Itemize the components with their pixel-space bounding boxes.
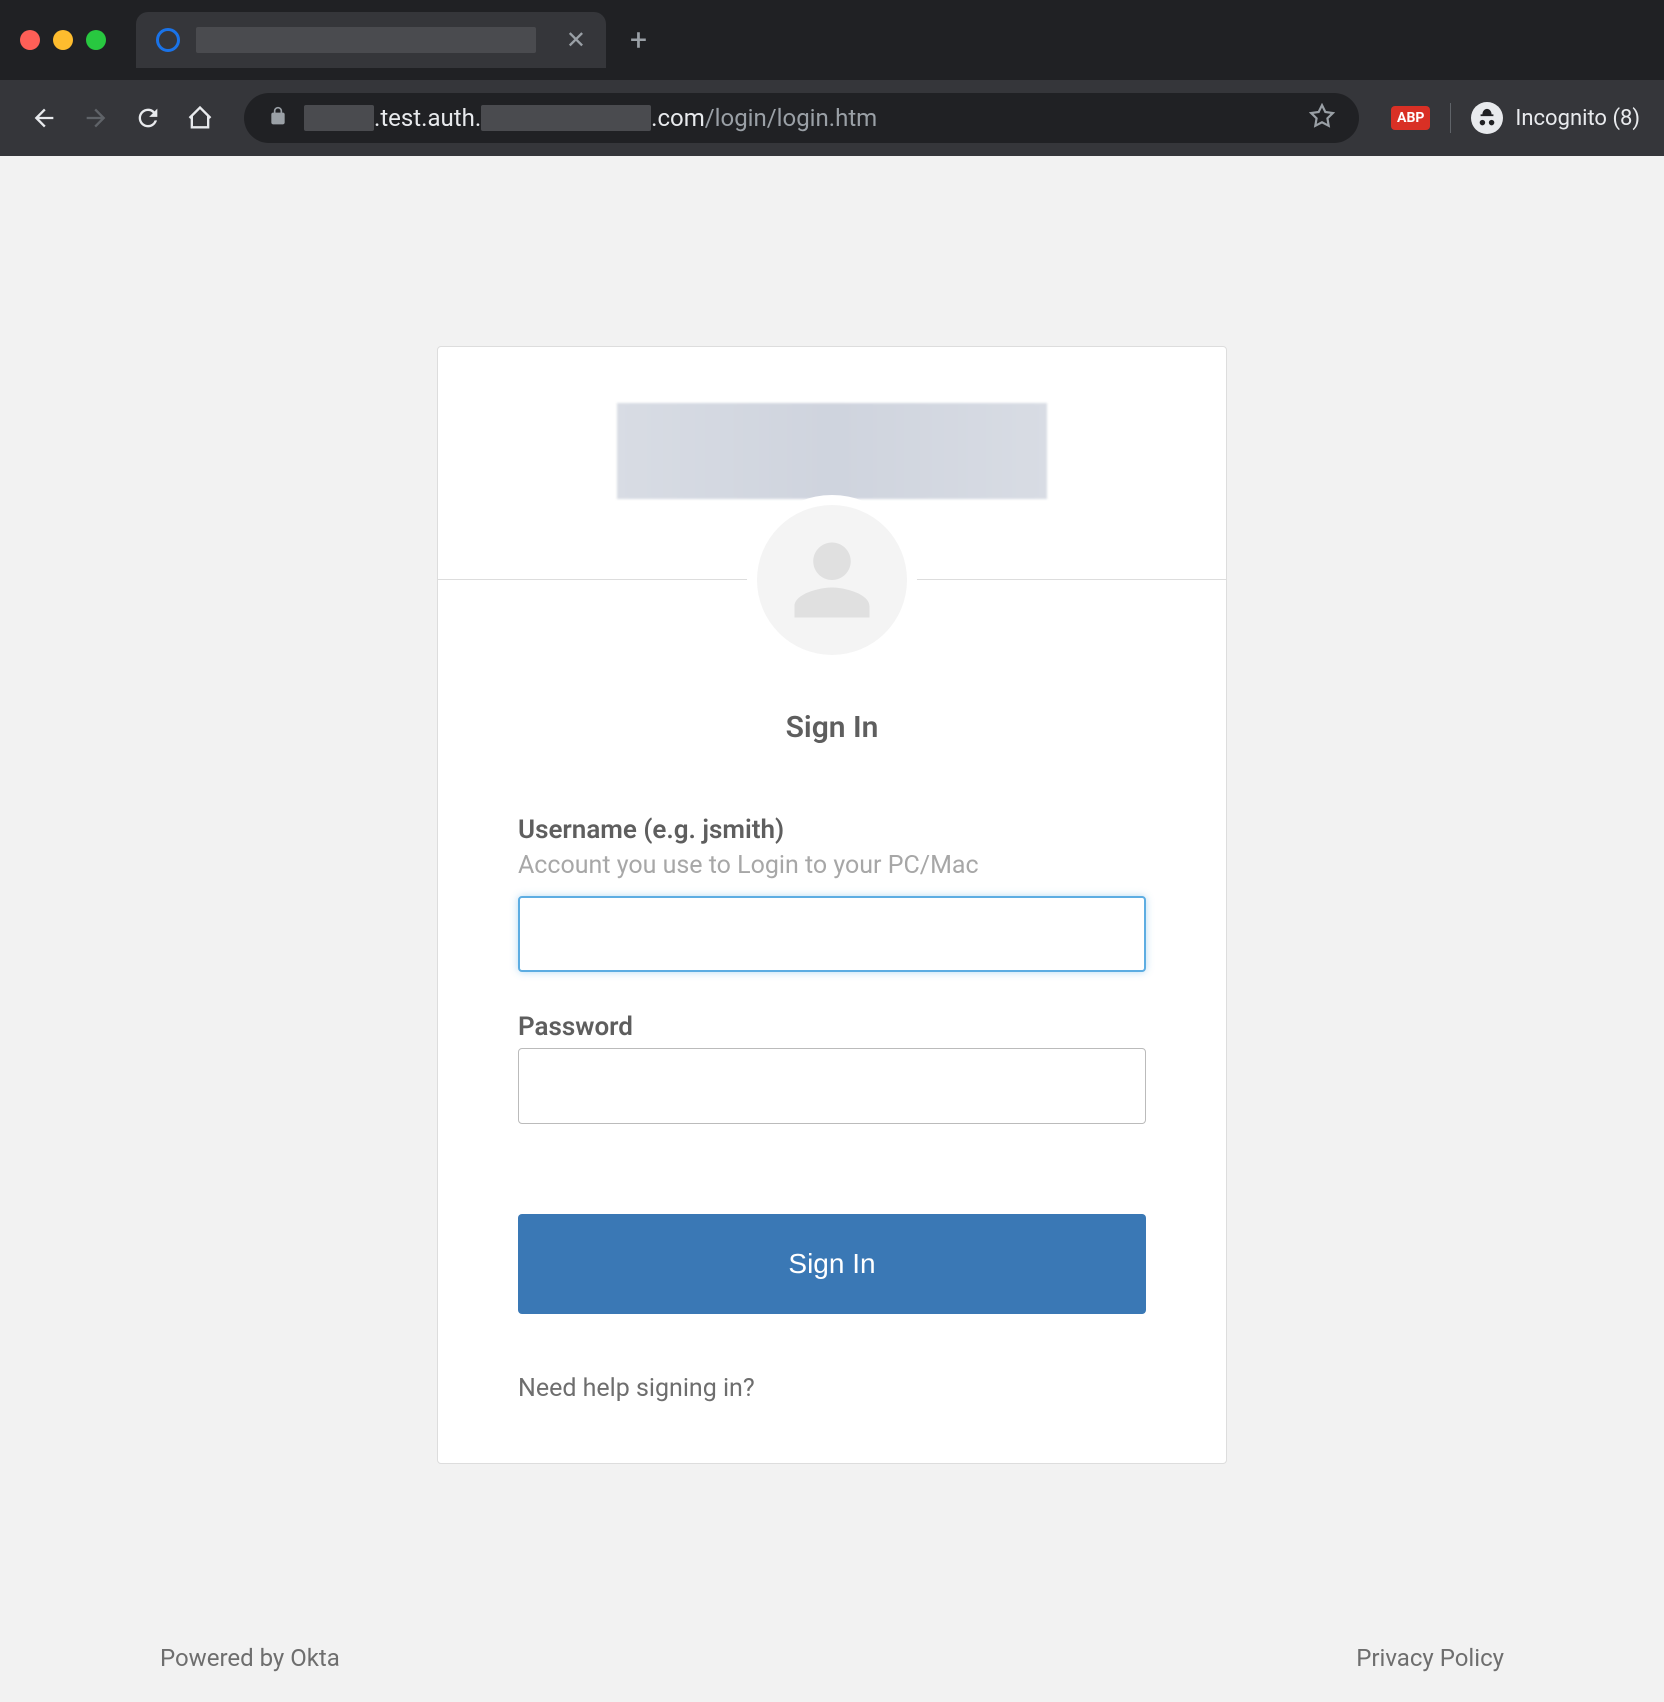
signin-heading: Sign In (518, 710, 1146, 745)
reload-button[interactable] (128, 98, 168, 138)
login-card: Sign In Username (e.g. jsmith) Account y… (437, 346, 1227, 1464)
back-button[interactable] (24, 98, 64, 138)
navigation-bar: .test.auth. .com /login/login.htm ABP In… (0, 80, 1664, 156)
divider (438, 579, 1226, 580)
password-group: Password (518, 1012, 1146, 1124)
browser-chrome: ✕ + .test.auth. .com /login/logi (0, 0, 1664, 156)
powered-by-text: Powered by Okta (160, 1644, 340, 1672)
incognito-icon (1471, 102, 1503, 134)
tab-title (196, 27, 536, 53)
login-form: Sign In Username (e.g. jsmith) Account y… (438, 580, 1226, 1463)
close-tab-button[interactable]: ✕ (566, 26, 586, 54)
url-text: .test.auth. .com /login/login.htm (304, 104, 1293, 132)
page-footer: Powered by Okta Privacy Policy (0, 1644, 1664, 1672)
company-logo (617, 403, 1047, 499)
avatar-placeholder-icon (757, 505, 907, 655)
username-hint: Account you use to Login to your PC/Mac (518, 851, 1146, 880)
avatar-container (747, 495, 917, 665)
home-button[interactable] (180, 98, 220, 138)
password-label: Password (518, 1012, 1146, 1042)
minimize-window-button[interactable] (53, 30, 73, 50)
window-controls (20, 30, 106, 50)
page-content: Sign In Username (e.g. jsmith) Account y… (0, 156, 1664, 1702)
username-input[interactable] (518, 896, 1146, 972)
tab-favicon-icon (156, 28, 180, 52)
privacy-policy-link[interactable]: Privacy Policy (1356, 1644, 1504, 1672)
username-group: Username (e.g. jsmith) Account you use t… (518, 815, 1146, 972)
close-window-button[interactable] (20, 30, 40, 50)
username-label: Username (e.g. jsmith) (518, 815, 1146, 845)
help-signing-in-link[interactable]: Need help signing in? (518, 1374, 1146, 1403)
browser-tab[interactable]: ✕ (136, 12, 606, 68)
forward-button[interactable] (76, 98, 116, 138)
bookmark-star-icon[interactable] (1309, 103, 1335, 133)
new-tab-button[interactable]: + (630, 23, 647, 58)
lock-icon (268, 106, 288, 130)
maximize-window-button[interactable] (86, 30, 106, 50)
adblock-extension-icon[interactable]: ABP (1391, 106, 1430, 130)
toolbar-divider (1450, 103, 1451, 133)
tab-bar: ✕ + (0, 0, 1664, 80)
address-bar[interactable]: .test.auth. .com /login/login.htm (244, 93, 1359, 143)
incognito-label: Incognito (8) (1515, 106, 1640, 131)
password-input[interactable] (518, 1048, 1146, 1124)
signin-button[interactable]: Sign In (518, 1214, 1146, 1314)
incognito-indicator[interactable]: Incognito (8) (1471, 102, 1640, 134)
